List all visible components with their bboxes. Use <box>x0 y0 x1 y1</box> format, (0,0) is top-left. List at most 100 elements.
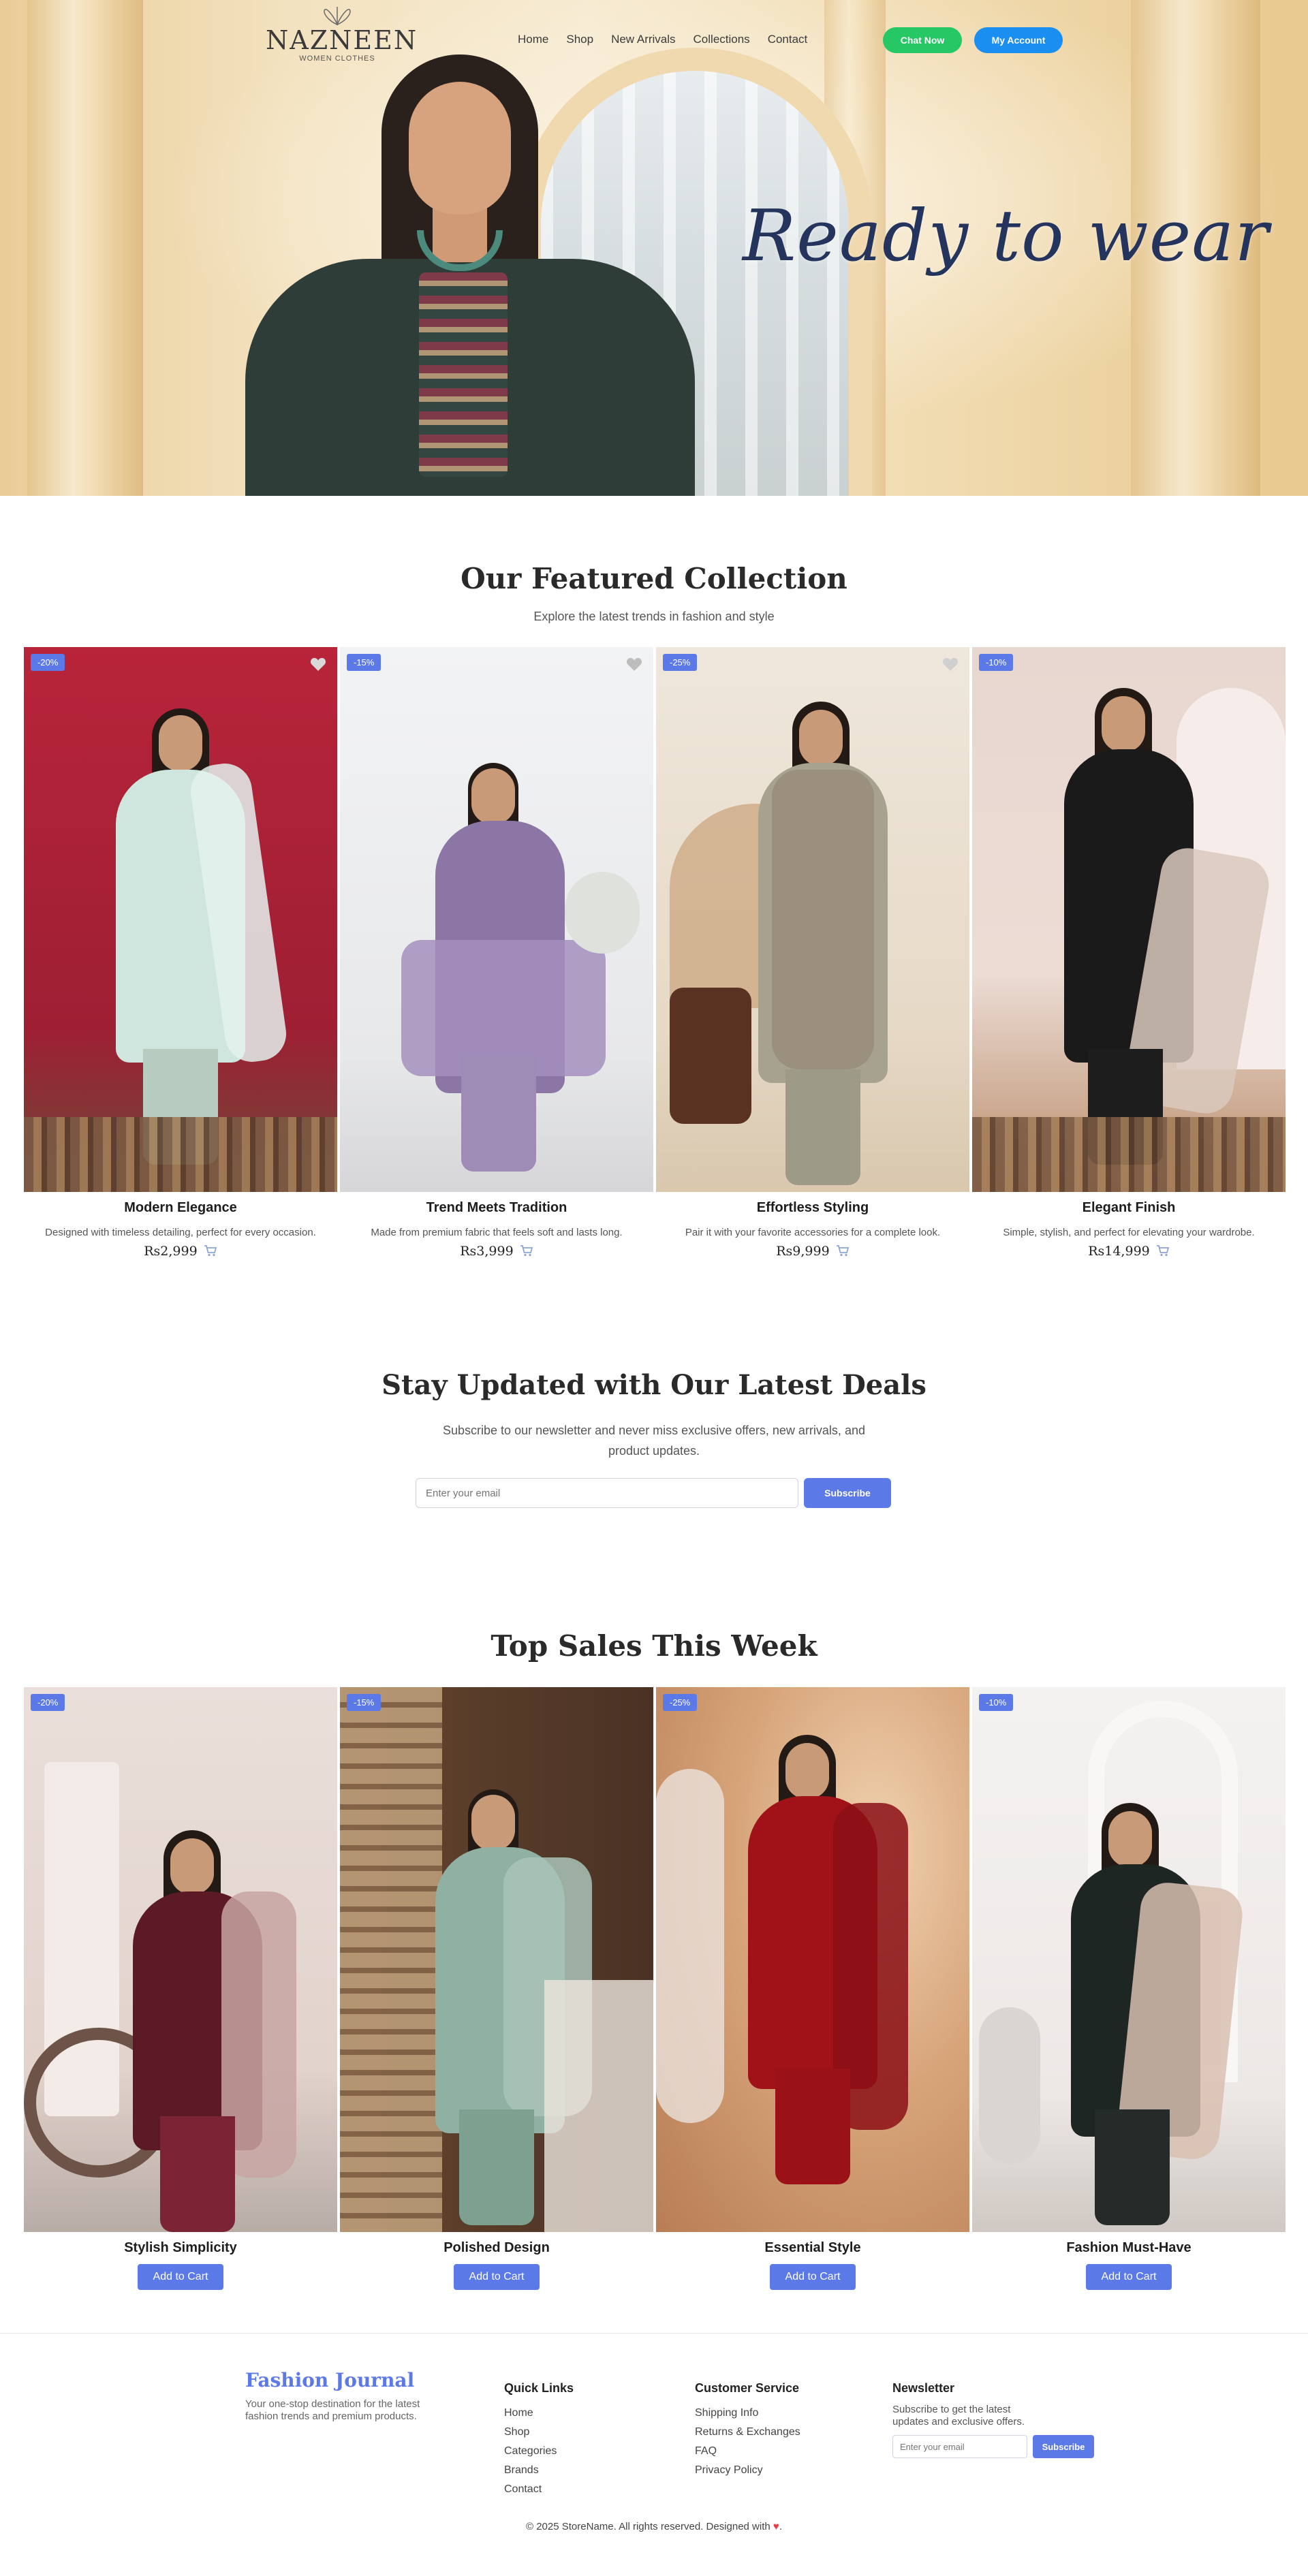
product-name[interactable]: Polished Design <box>340 2240 653 2256</box>
footer-link-returns[interactable]: Returns & Exchanges <box>695 2423 800 2442</box>
footer-customer-service-title: Customer Service <box>695 2381 800 2395</box>
product-name[interactable]: Essential Style <box>656 2240 969 2256</box>
product-card[interactable]: -25% Effortless Styling Pair it with you… <box>656 647 969 1259</box>
product-description: Simple, stylish, and perfect for elevati… <box>1003 1227 1255 1238</box>
nav-link-collections[interactable]: Collections <box>694 33 750 46</box>
footer-newsletter-text: Subscribe to get the latest updates and … <box>892 2404 1025 2428</box>
product-card[interactable]: -15% Polished Design Add to Cart <box>340 1687 653 2290</box>
copyright-text: © 2025 StoreName. All rights reserved. D… <box>526 2521 770 2532</box>
product-name[interactable]: Stylish Simplicity <box>24 2240 337 2256</box>
product-price-row: Rs14,999 <box>972 1244 1286 1259</box>
product-price: Rs2,999 <box>144 1244 198 1259</box>
top-sales-grid: -20% Stylish Simplicity Add to Cart -15%… <box>24 1687 1286 2290</box>
nav-link-shop[interactable]: Shop <box>566 33 593 46</box>
product-price: Rs9,999 <box>776 1244 830 1259</box>
footer-brand-title[interactable]: Fashion Journal <box>245 2369 422 2391</box>
product-name[interactable]: Elegant Finish <box>972 1200 1286 1216</box>
cart-icon[interactable] <box>836 1244 850 1257</box>
add-to-cart-button[interactable]: Add to Cart <box>454 2264 540 2290</box>
heart-icon[interactable] <box>310 657 326 672</box>
product-image[interactable]: -20% <box>24 647 337 1192</box>
product-image[interactable]: -10% <box>972 647 1286 1192</box>
newsletter-section: Stay Updated with Our Latest Deals Subsc… <box>0 1369 1308 1508</box>
site-footer: Fashion Journal Your one-stop destinatio… <box>0 2333 1308 2576</box>
newsletter-subtitle: Subscribe to our newsletter and never mi… <box>443 1424 865 1458</box>
footer-quick-links: Quick Links Home Shop Categories Brands … <box>504 2381 574 2499</box>
footer-link-contact[interactable]: Contact <box>504 2480 574 2499</box>
product-price: Rs14,999 <box>1088 1244 1150 1259</box>
product-card[interactable]: -20% Modern Elegance Designed with timel… <box>24 647 337 1259</box>
add-to-cart-button[interactable]: Add to Cart <box>1086 2264 1172 2290</box>
footer-newsletter-title: Newsletter <box>892 2381 955 2395</box>
footer-subscribe-button[interactable]: Subscribe <box>1033 2435 1094 2458</box>
footer-link-home[interactable]: Home <box>504 2404 574 2423</box>
product-price-row: Rs2,999 <box>24 1244 337 1259</box>
footer-newsletter-form: Subscribe <box>892 2435 1110 2458</box>
footer-newsletter: Newsletter Subscribe to get the latest u… <box>892 2381 1110 2458</box>
hero-tagline: Ready to wear <box>743 194 1269 277</box>
footer-quick-links-title: Quick Links <box>504 2381 574 2395</box>
cart-icon[interactable] <box>204 1244 217 1257</box>
footer-brand-text: Your one-stop destination for the latest… <box>245 2398 420 2422</box>
featured-product-grid: -20% Modern Elegance Designed with timel… <box>24 647 1286 1259</box>
add-to-cart-button[interactable]: Add to Cart <box>770 2264 856 2290</box>
discount-badge: -15% <box>347 1694 382 1711</box>
newsletter-email-input[interactable] <box>416 1478 798 1508</box>
cart-icon[interactable] <box>520 1244 533 1257</box>
hero-banner: Ready to wear NAZNEEN WOMEN CLOTHES Home… <box>0 0 1308 496</box>
product-card[interactable]: -20% Stylish Simplicity Add to Cart <box>24 1687 337 2290</box>
product-card[interactable]: -10% Elegant Finish Simple, stylish, and… <box>972 647 1286 1259</box>
heart-icon[interactable] <box>626 657 642 672</box>
cart-icon[interactable] <box>1156 1244 1170 1257</box>
chat-now-button[interactable]: Chat Now <box>883 27 962 53</box>
my-account-button[interactable]: My Account <box>974 27 1063 53</box>
product-image[interactable]: -15% <box>340 1687 653 2232</box>
product-name[interactable]: Effortless Styling <box>656 1200 969 1216</box>
main-navigation: NAZNEEN WOMEN CLOTHES Home Shop New Arri… <box>0 0 1308 82</box>
product-card[interactable]: -25% Essential Style Add to Cart <box>656 1687 969 2290</box>
footer-link-shop[interactable]: Shop <box>504 2423 574 2442</box>
product-name[interactable]: Trend Meets Tradition <box>340 1200 653 1216</box>
copyright-end: . <box>779 2521 782 2532</box>
footer-link-brands[interactable]: Brands <box>504 2461 574 2480</box>
heart-icon[interactable] <box>942 657 959 672</box>
product-card[interactable]: -10% Fashion Must-Have Add to Cart <box>972 1687 1286 2290</box>
footer-link-faq[interactable]: FAQ <box>695 2442 800 2461</box>
brand-logo[interactable]: NAZNEEN WOMEN CLOTHES <box>266 4 416 63</box>
product-image[interactable]: -20% <box>24 1687 337 2232</box>
logo-subtitle: WOMEN CLOTHES <box>299 54 375 63</box>
footer-link-categories[interactable]: Categories <box>504 2442 574 2461</box>
product-name[interactable]: Fashion Must-Have <box>972 2240 1286 2256</box>
add-to-cart-button[interactable]: Add to Cart <box>138 2264 223 2290</box>
newsletter-title: Stay Updated with Our Latest Deals <box>382 1369 926 1401</box>
discount-badge: -25% <box>663 654 698 671</box>
newsletter-subscribe-button[interactable]: Subscribe <box>804 1478 891 1508</box>
top-sales-title: Top Sales This Week <box>490 1629 818 1663</box>
product-image[interactable]: -25% <box>656 647 969 1192</box>
product-image[interactable]: -15% <box>340 647 653 1192</box>
discount-badge: -10% <box>979 1694 1014 1711</box>
footer-link-privacy-policy[interactable]: Privacy Policy <box>695 2461 800 2480</box>
product-description: Made from premium fabric that feels soft… <box>371 1227 623 1238</box>
product-description: Designed with timeless detailing, perfec… <box>45 1227 316 1238</box>
product-description: Pair it with your favorite accessories f… <box>685 1227 941 1238</box>
nav-link-contact[interactable]: Contact <box>768 33 808 46</box>
hero-model-image <box>245 54 695 496</box>
product-image[interactable]: -10% <box>972 1687 1286 2232</box>
featured-subtitle: Explore the latest trends in fashion and… <box>533 610 775 623</box>
footer-link-shipping-info[interactable]: Shipping Info <box>695 2404 800 2423</box>
logo-butterfly-icon <box>324 7 351 26</box>
footer-brand: Fashion Journal Your one-stop destinatio… <box>245 2369 422 2423</box>
footer-customer-service: Customer Service Shipping Info Returns &… <box>695 2381 800 2480</box>
product-price: Rs3,999 <box>460 1244 514 1259</box>
product-image[interactable]: -25% <box>656 1687 969 2232</box>
footer-email-input[interactable] <box>892 2435 1027 2458</box>
discount-badge: -20% <box>31 1694 65 1711</box>
product-price-row: Rs3,999 <box>340 1244 653 1259</box>
product-name[interactable]: Modern Elegance <box>24 1200 337 1216</box>
product-card[interactable]: -15% Trend Meets Tradition Made from pre… <box>340 647 653 1259</box>
nav-link-home[interactable]: Home <box>518 33 548 46</box>
product-price-row: Rs9,999 <box>656 1244 969 1259</box>
nav-link-new-arrivals[interactable]: New Arrivals <box>611 33 675 46</box>
discount-badge: -15% <box>347 654 382 671</box>
